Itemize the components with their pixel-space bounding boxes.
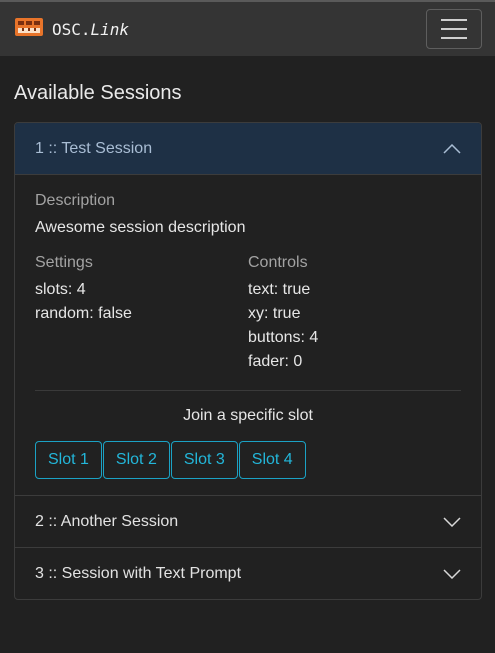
control-item: xy: true <box>248 305 301 322</box>
session-body-1: Description Awesome session description … <box>15 175 481 495</box>
slot-2-button[interactable]: Slot 2 <box>102 441 170 479</box>
menu-toggle-button[interactable] <box>426 9 482 49</box>
brand-italic: Link <box>90 19 130 39</box>
controls-column: Controls text: true xy: true buttons: 4 … <box>248 254 461 374</box>
session-header-2[interactable]: 2 :: Another Session <box>15 495 481 547</box>
join-slot-label: Join a specific slot <box>183 407 313 424</box>
chevron-up-icon <box>443 143 461 154</box>
chevron-down-icon <box>443 516 461 527</box>
description-text: Awesome session description <box>35 219 246 236</box>
page-title: Available Sessions <box>14 82 182 104</box>
sessions-accordion: 1 :: Test Session Description Awesome se… <box>14 122 482 600</box>
control-item: text: true <box>248 281 311 298</box>
settings-column: Settings slots: 4 random: false <box>35 254 248 374</box>
control-item: buttons: 4 <box>248 329 319 346</box>
hamburger-icon-line <box>441 19 467 21</box>
slot-3-button[interactable]: Slot 3 <box>170 441 238 479</box>
slot-button-group: Slot 1 Slot 2 Slot 3 Slot 4 <box>35 441 461 479</box>
chevron-down-icon <box>443 568 461 579</box>
description-label: Description <box>35 192 116 209</box>
brand-text: OSC.Link <box>52 20 129 39</box>
navbar: OSC.Link <box>0 0 495 56</box>
settings-label: Settings <box>35 254 93 271</box>
setting-item: random: false <box>35 305 132 322</box>
slot-4-button[interactable]: Slot 4 <box>238 441 306 479</box>
divider <box>35 390 461 391</box>
hamburger-icon-line <box>441 28 467 30</box>
controls-label: Controls <box>248 254 308 271</box>
setting-item: slots: 4 <box>35 281 86 298</box>
control-item: fader: 0 <box>248 353 303 370</box>
synth-logo-icon <box>14 17 44 42</box>
session-title: 1 :: Test Session <box>35 139 153 157</box>
brand-prefix: OSC. <box>52 19 91 39</box>
session-header-1[interactable]: 1 :: Test Session <box>15 123 481 175</box>
session-title: 2 :: Another Session <box>35 512 179 530</box>
slot-1-button[interactable]: Slot 1 <box>35 441 102 479</box>
brand[interactable]: OSC.Link <box>14 17 129 42</box>
session-header-3[interactable]: 3 :: Session with Text Prompt <box>15 547 481 599</box>
hamburger-icon-line <box>441 37 467 39</box>
session-title: 3 :: Session with Text Prompt <box>35 564 242 582</box>
